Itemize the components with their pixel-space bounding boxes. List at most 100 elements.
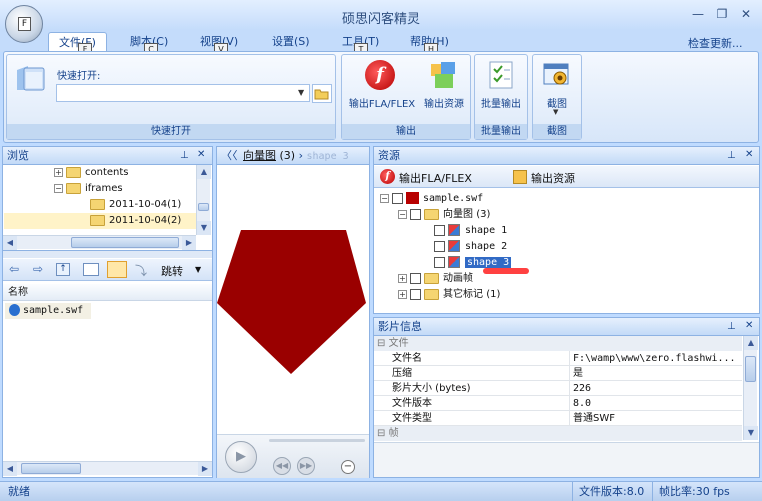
property-grid-vscroll[interactable]: ▲ ▼ — [743, 336, 758, 440]
minimize-button[interactable]: — — [690, 7, 706, 21]
folder-tree-hscroll[interactable]: ◀ ▶ — [3, 235, 196, 250]
batch-export-button[interactable]: 批量输出 — [478, 60, 524, 110]
window-title: 硕思闪客精灵 — [341, 12, 420, 27]
rewind-button[interactable]: ◀◀ — [273, 457, 291, 475]
close-button[interactable]: ✕ — [738, 7, 754, 21]
resource-shape-3[interactable]: shape 3 — [378, 255, 748, 271]
play-button[interactable]: ▶ — [225, 441, 257, 473]
tab-settings[interactable]: 设置(S) — [262, 32, 320, 52]
folder-icon — [66, 166, 81, 178]
scroll-thumb[interactable] — [71, 237, 179, 248]
resource-checkbox[interactable] — [410, 288, 421, 300]
category-collapse-icon[interactable]: ⊟ — [377, 428, 385, 439]
scroll-right-arrow[interactable]: ▶ — [198, 462, 212, 476]
scroll-thumb[interactable] — [198, 203, 209, 211]
scroll-down-arrow[interactable]: ▼ — [744, 426, 758, 440]
resource-other-group[interactable]: + 其它标记 (1) — [378, 287, 748, 303]
jump-button[interactable]: 跳转 — [161, 263, 183, 279]
export-resources-button[interactable]: 输出资源 — [420, 60, 468, 110]
scroll-right-arrow[interactable]: ▶ — [182, 236, 196, 250]
back-arrow-icon[interactable]: ⇦ — [9, 262, 19, 276]
screenshot-icon — [542, 60, 572, 90]
browse-splitter[interactable] — [3, 250, 212, 258]
tree-expand-icon[interactable]: + — [54, 167, 63, 177]
file-list-hscroll[interactable]: ◀ ▶ — [3, 461, 212, 476]
jump-dropdown-icon[interactable]: ▼ — [195, 265, 201, 274]
property-grid: ⊟ 文件 文件名 F:\wamp\www\zero.flashwi... 压缩是 … — [374, 336, 742, 442]
restore-button[interactable]: ❐ — [714, 7, 730, 21]
forward-arrow-icon[interactable]: ⇨ — [33, 262, 43, 276]
up-folder-icon[interactable]: ↑ — [56, 263, 70, 276]
resources-export-res-button[interactable]: 输出资源 — [531, 170, 575, 186]
scroll-thumb[interactable] — [21, 463, 81, 474]
status-frame-rate: 帧比率:30 fps — [652, 482, 730, 501]
resource-checkbox[interactable] — [410, 208, 421, 220]
scroll-left-arrow[interactable]: ◀ — [3, 462, 17, 476]
quick-open-dropdown-icon[interactable]: ▼ — [298, 88, 304, 97]
resource-vector-group[interactable]: − 向量图 (3) — [378, 207, 748, 223]
tree-collapse-icon[interactable]: − — [380, 193, 389, 203]
resource-checkbox[interactable] — [410, 272, 421, 284]
file-list-header[interactable]: 名称 — [3, 284, 212, 301]
zoom-out-button[interactable]: − — [341, 460, 355, 474]
folder-tree-vscroll[interactable]: ▲ ▼ — [196, 165, 211, 235]
breadcrumb-back-icon[interactable]: 〈〈 — [221, 149, 238, 162]
quick-open-input[interactable] — [56, 84, 310, 102]
folder-icon — [90, 214, 105, 226]
resource-shape-1[interactable]: shape 1 — [378, 223, 748, 239]
tree-expand-icon[interactable]: + — [398, 273, 407, 283]
tree-item-contents[interactable]: + contents — [4, 165, 196, 181]
property-row[interactable]: 压缩是 — [374, 366, 742, 381]
resource-checkbox[interactable] — [434, 224, 445, 236]
jump-icon: ⤵ — [135, 264, 148, 278]
resources-close-icon[interactable]: ✕ — [745, 149, 753, 160]
grid-view-icon[interactable] — [107, 261, 127, 278]
group-batch-label: 批量输出 — [475, 124, 527, 139]
list-view-icon[interactable] — [83, 263, 99, 276]
folder-icon — [424, 288, 439, 300]
category-collapse-icon[interactable]: ⊟ — [377, 338, 385, 349]
scroll-thumb[interactable] — [745, 356, 756, 382]
check-update-link[interactable]: 检查更新... — [688, 35, 743, 51]
resource-root[interactable]: − sample.swf — [378, 191, 748, 207]
tree-collapse-icon[interactable]: − — [54, 183, 63, 193]
property-row[interactable]: 文件类型 普通SWF — [374, 411, 742, 426]
fast-forward-button[interactable]: ▶▶ — [297, 457, 315, 475]
scroll-down-arrow[interactable]: ▼ — [197, 221, 211, 235]
scroll-left-arrow[interactable]: ◀ — [3, 236, 17, 250]
breadcrumb-vector[interactable]: 向量图 — [243, 149, 276, 162]
shape-preview — [217, 230, 366, 374]
property-row[interactable]: 文件版本 8.0 — [374, 396, 742, 411]
tree-item-date-1[interactable]: 2011-10-04(1) — [4, 197, 196, 213]
scroll-up-arrow[interactable]: ▲ — [197, 165, 211, 179]
tree-expand-icon[interactable]: + — [398, 289, 407, 299]
capture-button[interactable]: 截图 ▼ — [536, 60, 578, 120]
property-row[interactable]: 影片大小 (bytes) 226 — [374, 381, 742, 396]
export-fla-button[interactable]: f 输出FLA/FLEX — [348, 60, 416, 110]
resource-anim-group[interactable]: + 动画帧 — [378, 271, 748, 287]
app-menu-button[interactable]: F — [5, 5, 43, 43]
browse-folder-button[interactable] — [312, 84, 332, 103]
resource-checkbox[interactable] — [434, 240, 445, 252]
tree-collapse-icon[interactable]: − — [398, 209, 407, 219]
file-list-item[interactable]: sample.swf — [5, 303, 91, 319]
resource-shape-2[interactable]: shape 2 — [378, 239, 748, 255]
category-frame[interactable]: ⊟ 帧 — [374, 426, 742, 441]
tree-item-date-2[interactable]: 2011-10-04(2) — [4, 213, 196, 229]
browse-close-icon[interactable]: ✕ — [197, 149, 205, 160]
scroll-up-arrow[interactable]: ▲ — [744, 336, 758, 350]
resource-checkbox[interactable] — [392, 192, 403, 204]
tree-item-iframes[interactable]: − iframes — [4, 181, 196, 197]
movie-info-close-icon[interactable]: ✕ — [745, 320, 753, 331]
timeline-slider[interactable] — [269, 439, 365, 442]
movie-info-pin-icon[interactable]: ⊥ — [727, 321, 736, 332]
resources-export-fla-button[interactable]: 输出FLA/FLEX — [399, 170, 472, 186]
resource-checkbox[interactable] — [434, 256, 445, 268]
category-file[interactable]: ⊟ 文件 — [374, 336, 742, 351]
browse-pin-icon[interactable]: ⊥ — [180, 150, 189, 161]
browse-toolbar: ⇦ ⇨ ↑ ⤵ 跳转 ▼ — [3, 259, 212, 281]
movie-info-title: 影片信息 — [378, 320, 422, 333]
status-file-version: 文件版本:8.0 — [572, 482, 644, 501]
resources-pin-icon[interactable]: ⊥ — [727, 150, 736, 161]
property-row[interactable]: 文件名 F:\wamp\www\zero.flashwi... — [374, 351, 742, 366]
